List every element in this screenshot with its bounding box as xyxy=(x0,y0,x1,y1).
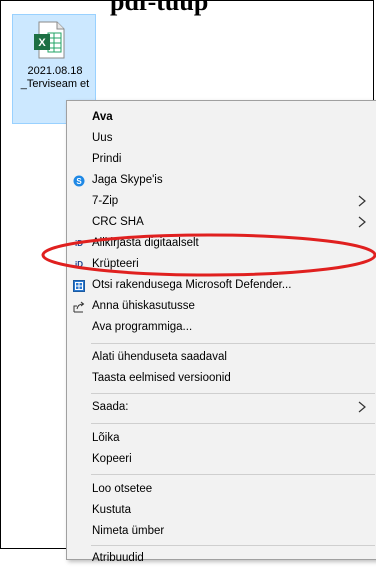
menu-item-uus[interactable]: Uus xyxy=(67,128,376,150)
menu-item-label: Atribuudid xyxy=(92,552,144,564)
menu-item-label: Taasta eelmised versioonid xyxy=(92,372,231,384)
menu-item-label: Ava xyxy=(92,111,113,123)
context-menu: Ava Uus Prindi S Jaga Skype'is 7-Zip CRC… xyxy=(66,100,376,564)
menu-item-always-offline[interactable]: Alati ühenduseta saadaval xyxy=(67,347,376,369)
skype-icon: S xyxy=(73,175,85,187)
menu-item-label: Lõika xyxy=(92,432,120,444)
menu-item-7zip[interactable]: 7-Zip xyxy=(67,191,376,213)
menu-separator xyxy=(91,393,375,394)
menu-separator xyxy=(91,343,375,344)
menu-item-delete[interactable]: Kustuta xyxy=(67,500,376,522)
chevron-right-icon xyxy=(358,216,366,228)
menu-item-properties[interactable]: Atribuudid xyxy=(67,548,376,570)
menu-item-label: Loo otsetee xyxy=(92,483,153,495)
menu-item-label: 7-Zip xyxy=(92,195,119,207)
chevron-right-icon xyxy=(358,401,366,413)
menu-item-label: Anna ühiskasutusse xyxy=(92,300,195,312)
menu-item-label: Uus xyxy=(92,132,113,144)
menu-item-prindi[interactable]: Prindi xyxy=(67,149,376,171)
file-name-label: 2021.08.18 _Terviseam et xyxy=(20,65,90,90)
menu-item-label: Prindi xyxy=(92,153,122,165)
page-header: pdf-tüüp xyxy=(110,0,209,16)
menu-item-label: Kustuta xyxy=(92,504,131,516)
menu-item-label: Saada: xyxy=(92,401,129,413)
menu-item-jaga-skype[interactable]: S Jaga Skype'is xyxy=(67,170,376,192)
menu-separator xyxy=(91,545,375,546)
menu-separator xyxy=(91,423,375,424)
menu-item-label: CRC SHA xyxy=(92,216,144,228)
menu-item-ava[interactable]: Ava xyxy=(67,107,376,129)
menu-item-label: Otsi rakendusega Microsoft Defender... xyxy=(92,279,292,291)
excel-file-icon: X xyxy=(34,21,65,59)
menu-item-label: Ava programmiga... xyxy=(92,321,193,333)
menu-item-label: Nimeta ümber xyxy=(92,525,165,537)
menu-item-label: Jaga Skype'is xyxy=(92,174,163,186)
menu-item-create-shortcut[interactable]: Loo otsetee xyxy=(67,479,376,501)
menu-item-send-to[interactable]: Saada: xyxy=(67,397,376,419)
svg-text:X: X xyxy=(38,37,46,49)
menu-item-rename[interactable]: Nimeta ümber xyxy=(67,521,376,543)
share-icon xyxy=(73,301,85,313)
menu-separator xyxy=(91,474,375,475)
menu-item-cut[interactable]: Lõika xyxy=(67,428,376,450)
svg-text:S: S xyxy=(76,177,82,186)
defender-icon xyxy=(73,280,85,292)
chevron-right-icon xyxy=(358,195,366,207)
menu-item-open-with[interactable]: Ava programmiga... xyxy=(67,317,376,339)
menu-item-label: Kopeeri xyxy=(92,453,132,465)
highlight-ellipse xyxy=(41,233,376,277)
menu-item-share[interactable]: Anna ühiskasutusse xyxy=(67,296,376,318)
menu-item-copy[interactable]: Kopeeri xyxy=(67,449,376,471)
menu-item-restore-versions[interactable]: Taasta eelmised versioonid xyxy=(67,368,376,390)
menu-item-label: Alati ühenduseta saadaval xyxy=(92,351,227,363)
